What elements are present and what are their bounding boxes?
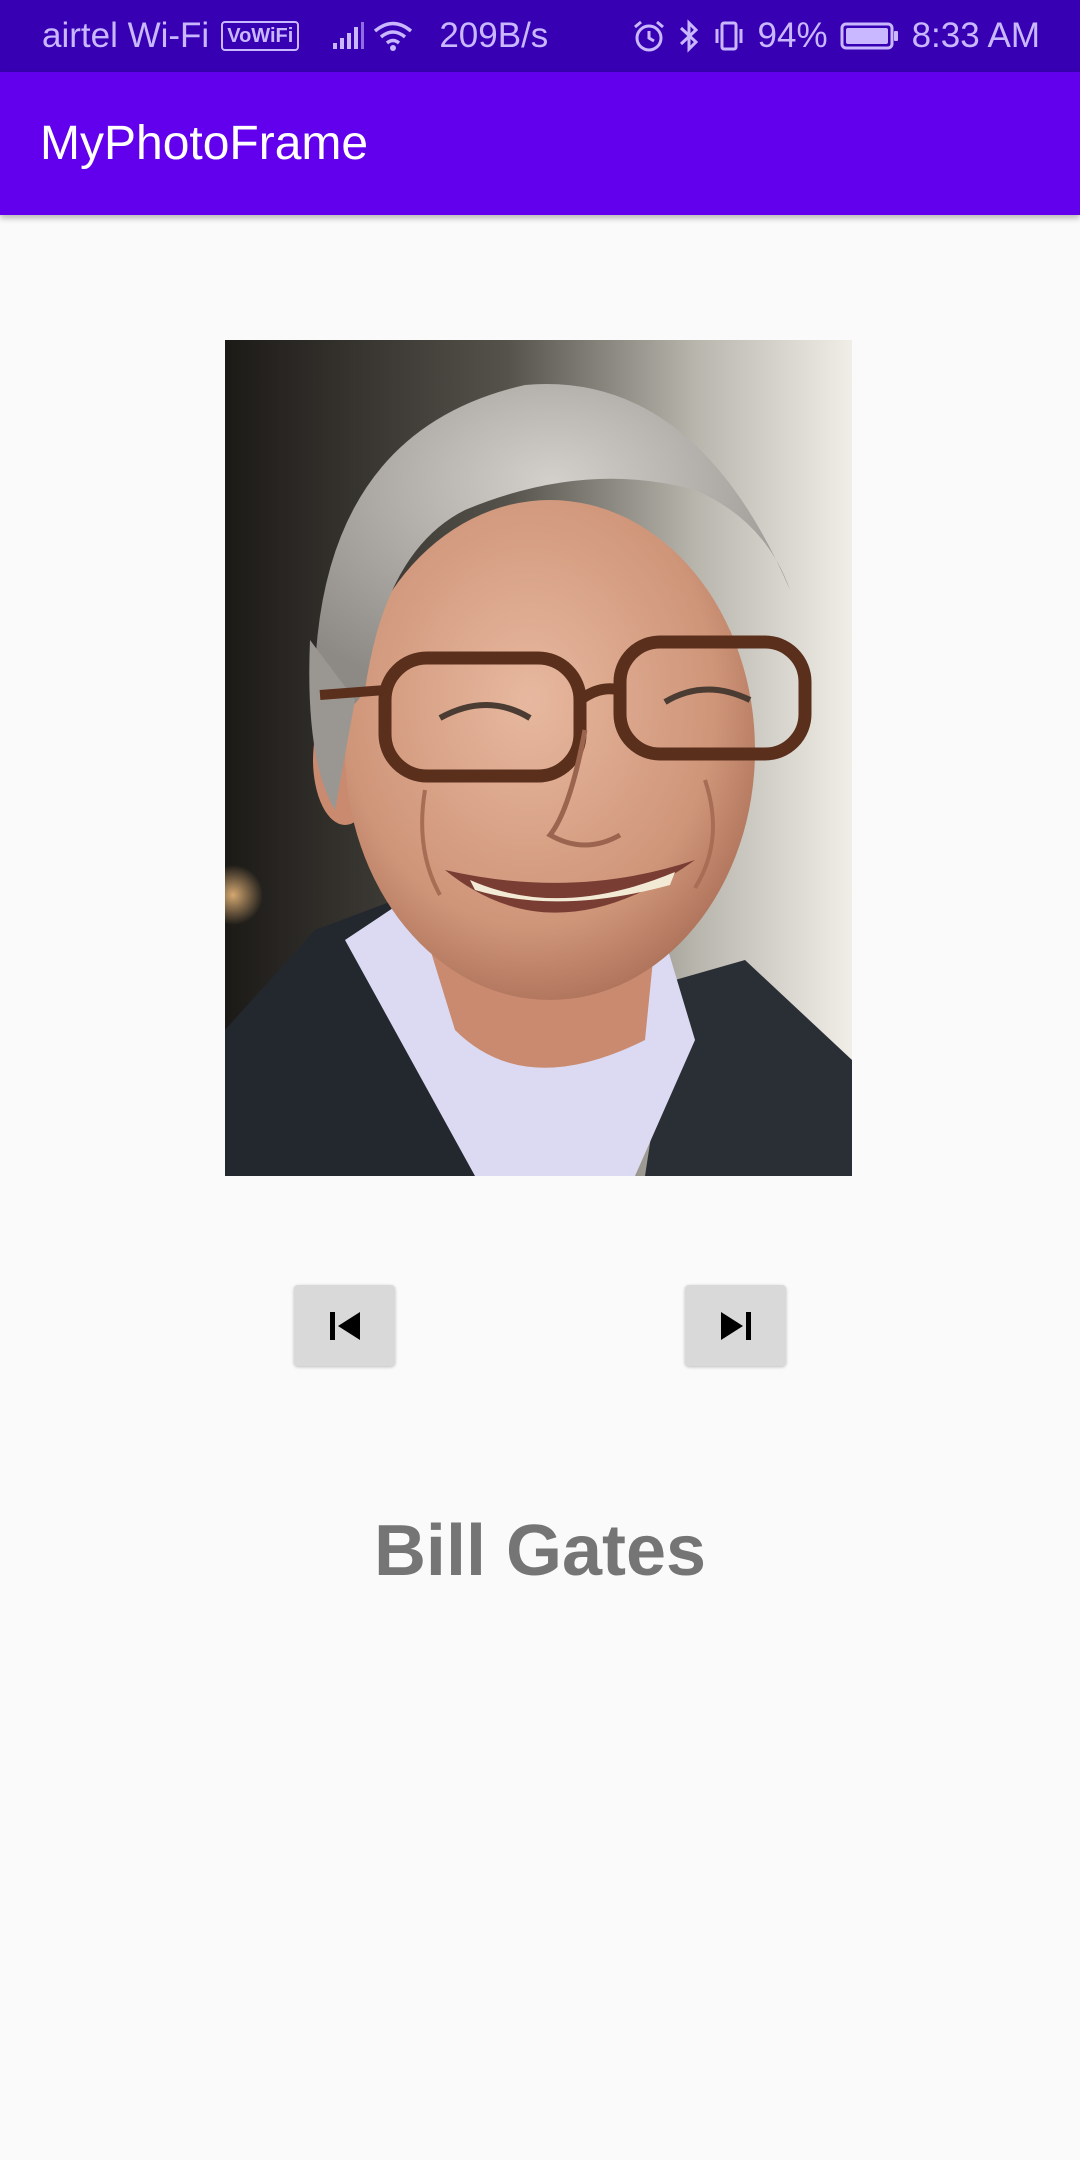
network-speed: 209B/s	[439, 16, 549, 55]
vibrate-icon	[712, 19, 746, 53]
app-bar: MyPhotoFrame	[0, 72, 1080, 215]
portrait-photo	[225, 340, 852, 1176]
battery-icon	[840, 21, 900, 51]
signal-icon	[331, 21, 365, 51]
alarm-icon	[632, 19, 666, 53]
carrier-label: airtel Wi-Fi	[42, 16, 210, 55]
next-button[interactable]	[685, 1285, 786, 1366]
photo-frame	[225, 340, 852, 1176]
battery-percent: 94%	[757, 16, 828, 55]
status-bar: airtel Wi-Fi VoWiFi 209B/s 94% 8:33 AM	[0, 0, 1080, 72]
wifi-icon	[373, 20, 413, 52]
skip-previous-icon	[328, 1310, 362, 1342]
skip-next-icon	[719, 1310, 753, 1342]
app-title: MyPhotoFrame	[40, 117, 369, 170]
previous-button[interactable]	[294, 1285, 395, 1366]
clock: 8:33 AM	[911, 16, 1040, 55]
vowifi-badge: VoWiFi	[221, 21, 300, 51]
bluetooth-icon	[678, 19, 700, 53]
person-name: Bill Gates	[373, 1511, 707, 1591]
